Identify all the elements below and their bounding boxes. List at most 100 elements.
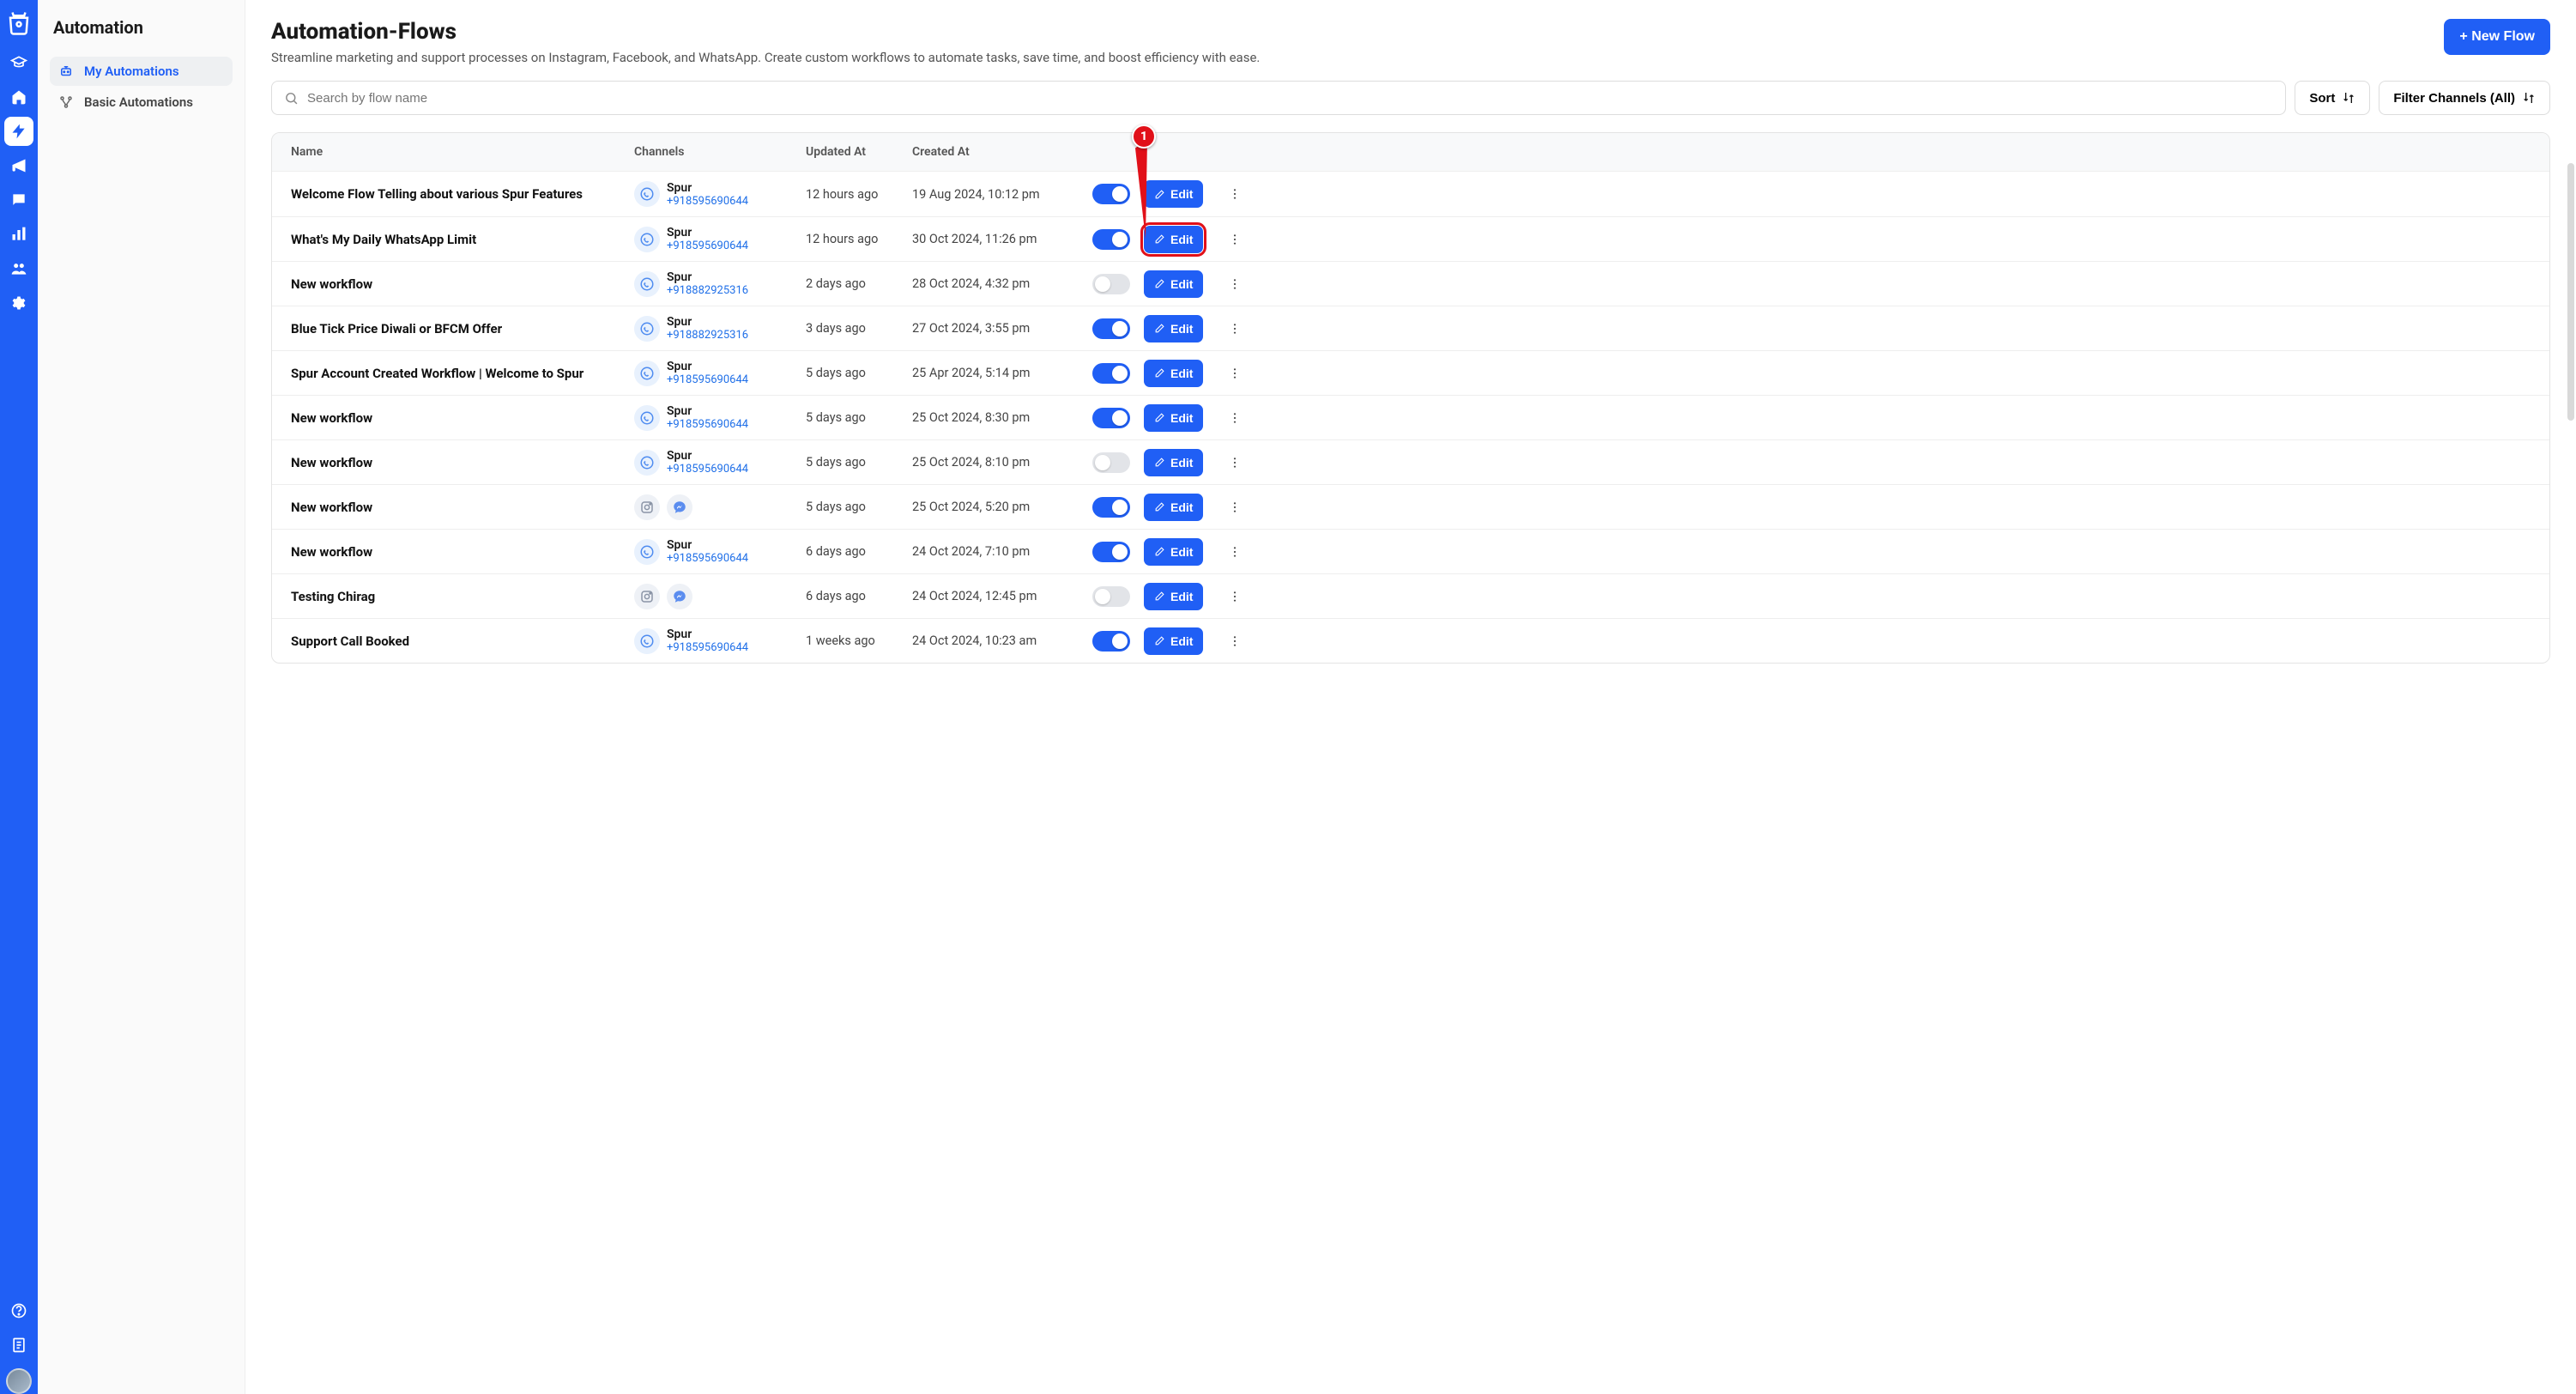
channel-number[interactable]: +918595690644 (667, 641, 748, 654)
edit-icon (1154, 546, 1165, 557)
edit-icon (1154, 367, 1165, 379)
more-menu-button[interactable] (1225, 497, 1245, 518)
more-menu-button[interactable] (1225, 408, 1245, 428)
active-toggle[interactable] (1092, 318, 1130, 339)
rail-docs-icon[interactable] (4, 1330, 33, 1360)
rail-chat-icon[interactable] (4, 185, 33, 215)
more-menu-button[interactable] (1225, 318, 1245, 339)
rail-home-icon[interactable] (4, 82, 33, 112)
sidebar-title: Automation (50, 17, 233, 38)
more-menu-button[interactable] (1225, 631, 1245, 652)
channel-name: Spur (667, 449, 748, 463)
edit-icon (1154, 233, 1165, 245)
channel-number[interactable]: +918595690644 (667, 463, 748, 476)
more-menu-button[interactable] (1225, 363, 1245, 384)
more-menu-button[interactable] (1225, 586, 1245, 607)
edit-button[interactable]: Edit (1144, 538, 1203, 566)
rail-settings-icon[interactable] (4, 288, 33, 318)
table-row: Support Call BookedSpur+9185956906441 we… (272, 618, 2549, 663)
rail-help-icon[interactable] (4, 1296, 33, 1325)
edit-button[interactable]: Edit (1144, 494, 1203, 521)
more-menu-button[interactable] (1225, 542, 1245, 562)
wa-icon (634, 361, 660, 386)
edit-button[interactable]: Edit (1144, 226, 1203, 253)
channel-name: Spur (667, 538, 748, 552)
table-header: Name Channels Updated At Created At (272, 133, 2549, 172)
search-icon (284, 91, 299, 106)
active-toggle[interactable] (1092, 229, 1130, 250)
cell-name: Welcome Flow Telling about various Spur … (291, 186, 634, 202)
channel-number[interactable]: +918595690644 (667, 373, 748, 386)
active-toggle[interactable] (1092, 631, 1130, 652)
sidebar: Automation My Automations Basic Automatio… (38, 0, 245, 1394)
scrollbar[interactable] (2567, 163, 2574, 421)
cell-name: What's My Daily WhatsApp Limit (291, 232, 634, 247)
cell-updated: 1 weeks ago (806, 633, 912, 648)
edit-button[interactable]: Edit (1144, 404, 1203, 432)
edit-button[interactable]: Edit (1144, 270, 1203, 298)
wa-icon (634, 271, 660, 297)
edit-button[interactable]: Edit (1144, 583, 1203, 610)
channel-number[interactable]: +918882925316 (667, 284, 748, 297)
table-row: New workflowSpur+9185956906445 days ago2… (272, 439, 2549, 484)
search-input-wrapper[interactable] (271, 81, 2286, 115)
more-menu-button[interactable] (1225, 274, 1245, 294)
edit-button[interactable]: Edit (1144, 360, 1203, 387)
table-row: What's My Daily WhatsApp LimitSpur+91859… (272, 216, 2549, 261)
active-toggle[interactable] (1092, 363, 1130, 384)
rail-automation-icon[interactable] (4, 117, 33, 146)
rail-academy-icon[interactable] (4, 48, 33, 77)
cell-updated: 6 days ago (806, 544, 912, 559)
table-row: New workflowSpur+9185956906445 days ago2… (272, 395, 2549, 439)
cell-name: New workflow (291, 455, 634, 470)
search-input[interactable] (307, 91, 2273, 106)
cell-name: Spur Account Created Workflow | Welcome … (291, 366, 634, 381)
active-toggle[interactable] (1092, 274, 1130, 294)
channel-number[interactable]: +918595690644 (667, 418, 748, 431)
rail-campaigns-icon[interactable] (4, 151, 33, 180)
wa-icon (634, 227, 660, 252)
sidebar-item-bot[interactable]: My Automations (50, 57, 233, 86)
sidebar-item-flow[interactable]: Basic Automations (50, 88, 233, 117)
filter-channels-button[interactable]: Filter Channels (All) (2379, 81, 2550, 115)
rail-contacts-icon[interactable] (4, 254, 33, 283)
channel-number[interactable]: +918595690644 (667, 195, 748, 208)
channel-number[interactable]: +918595690644 (667, 552, 748, 565)
th-updated: Updated At (806, 145, 912, 159)
channel-name: Spur (667, 627, 748, 641)
cell-created: 28 Oct 2024, 4:32 pm (912, 276, 1092, 291)
filter-label: Filter Channels (All) (2393, 91, 2515, 106)
new-flow-button[interactable]: + New Flow (2444, 19, 2550, 55)
rail-analytics-icon[interactable] (4, 220, 33, 249)
sort-button[interactable]: Sort (2295, 81, 2370, 115)
wa-icon (634, 450, 660, 476)
page-subtitle: Streamline marketing and support process… (271, 50, 1260, 65)
active-toggle[interactable] (1092, 184, 1130, 204)
more-menu-button[interactable] (1225, 229, 1245, 250)
cell-created: 27 Oct 2024, 3:55 pm (912, 321, 1092, 336)
active-toggle[interactable] (1092, 408, 1130, 428)
sidebar-item-label: Basic Automations (84, 94, 193, 110)
edit-button[interactable]: Edit (1144, 315, 1203, 342)
cell-name: New workflow (291, 500, 634, 515)
active-toggle[interactable] (1092, 452, 1130, 473)
active-toggle[interactable] (1092, 542, 1130, 562)
cell-name: Testing Chirag (291, 589, 634, 604)
active-toggle[interactable] (1092, 586, 1130, 607)
cell-updated: 3 days ago (806, 321, 912, 336)
cell-channels (634, 494, 806, 520)
channel-number[interactable]: +918595690644 (667, 239, 748, 252)
sort-icon (2522, 91, 2536, 105)
user-avatar[interactable] (6, 1368, 32, 1394)
edit-button[interactable]: Edit (1144, 449, 1203, 476)
cell-created: 24 Oct 2024, 12:45 pm (912, 589, 1092, 603)
more-menu-button[interactable] (1225, 452, 1245, 473)
edit-button[interactable]: Edit (1144, 180, 1203, 208)
more-menu-button[interactable] (1225, 184, 1245, 204)
active-toggle[interactable] (1092, 497, 1130, 518)
cell-created: 30 Oct 2024, 11:26 pm (912, 232, 1092, 246)
channel-number[interactable]: +918882925316 (667, 329, 748, 342)
cell-updated: 12 hours ago (806, 187, 912, 202)
edit-button[interactable]: Edit (1144, 627, 1203, 655)
wa-icon (634, 628, 660, 654)
